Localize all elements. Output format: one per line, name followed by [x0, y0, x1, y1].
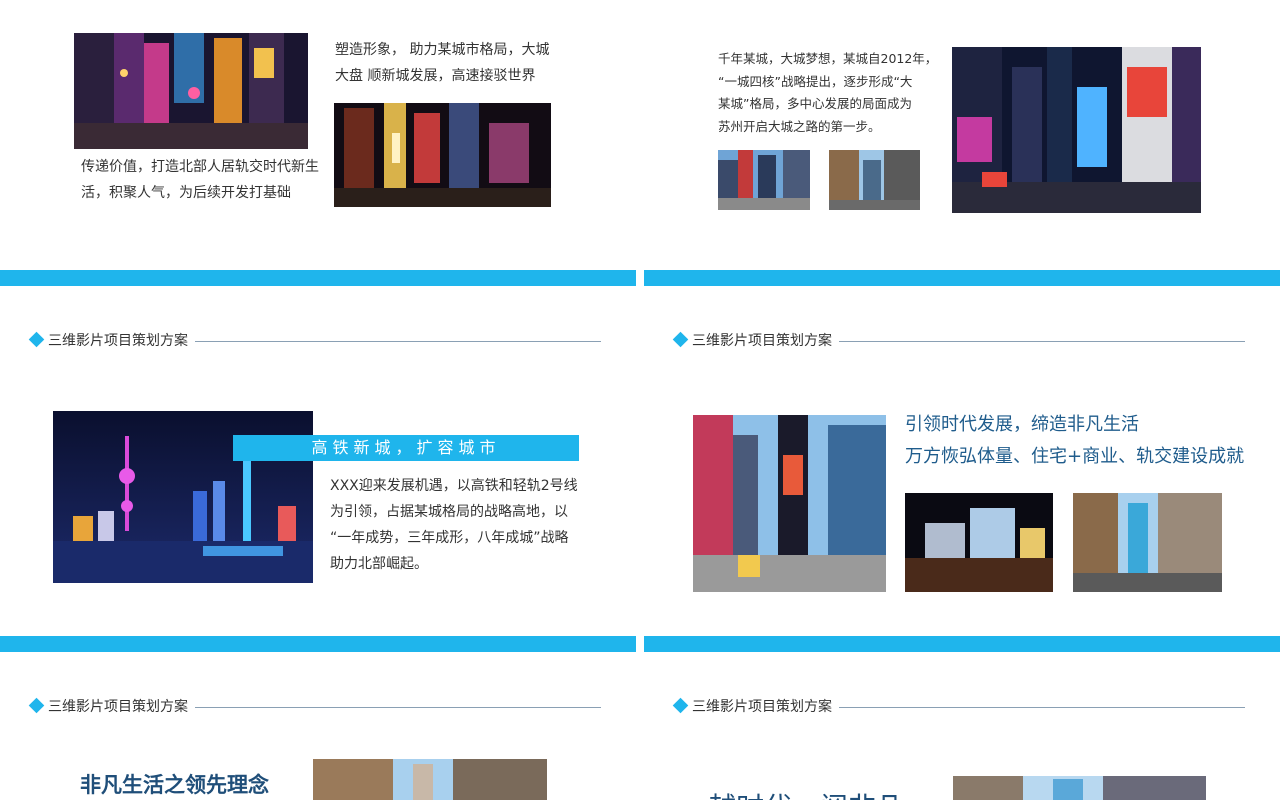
slide-header: 三维影片项目策划方案	[28, 697, 603, 717]
street-buildings-photo	[313, 759, 547, 800]
slide-mid-right: 三维影片项目策划方案 引领时代发展，缔造非凡生活 万方恢弘体量、住宅+商业、轨交…	[644, 286, 1280, 636]
night-street-photo-1	[74, 33, 308, 149]
slide-header: 三维影片项目策划方案	[672, 331, 1247, 351]
header-rule	[195, 707, 601, 708]
times-square-night-photo	[952, 47, 1201, 213]
times-square-thumb-1	[718, 150, 810, 210]
text-line: 某城”格局，多中心发展的局面成为	[718, 96, 912, 111]
slide-top-left: 塑造形象， 助力某城市格局，大城 大盘 顺新城发展，高速接驳世界 传递价值，打造…	[0, 0, 636, 270]
slide-mid-left: 三维影片项目策划方案 高铁新城，扩容城市 XXX迎来发展机遇，以高铁和轻轨2号线…	[0, 286, 636, 636]
header-rule	[195, 341, 601, 342]
diamond-icon	[28, 697, 45, 714]
header-title: 三维影片项目策划方案	[692, 699, 832, 715]
slide-bottom-right: 三维影片项目策划方案 越时代，阅非凡	[644, 652, 1280, 800]
text-line: 苏州开启大城之路的第一步。	[718, 118, 881, 134]
diamond-icon	[672, 697, 689, 714]
text-line: 传递价值，打造北部人居轨交时代新生	[81, 159, 319, 175]
city-street-photo	[1073, 493, 1222, 592]
slide-title: 非凡生活之领先理念	[80, 773, 269, 797]
text-line: XXX迎来发展机遇，以高铁和轻轨2号线	[330, 478, 578, 494]
diamond-icon	[672, 331, 689, 348]
night-mall-photo	[905, 493, 1053, 592]
header-rule	[839, 707, 1245, 708]
section-banner: 高铁新城，扩容城市	[233, 435, 579, 461]
text-line: 活，积聚人气，为后续开发打基础	[81, 185, 291, 201]
urban-buildings-photo	[953, 776, 1206, 800]
slide-title: 越时代，阅非凡	[708, 786, 904, 800]
paragraph-lower: 传递价值，打造北部人居轨交时代新生 活，积聚人气，为后续开发打基础	[81, 154, 331, 206]
text-line: 为引领，占据某城格局的战略高地，以	[330, 504, 568, 520]
heading-line-2: 万方恢弘体量、住宅+商业、轨交建设成就	[905, 446, 1245, 467]
heading-line-1: 引领时代发展，缔造非凡生活	[905, 414, 1139, 435]
text-line: 大盘 顺新城发展，高速接驳世界	[335, 68, 536, 84]
slide-bottom-left: 三维影片项目策划方案 非凡生活之领先理念	[0, 652, 636, 800]
text-line: 千年某城，大城梦想，某城自2012年，	[718, 51, 938, 66]
text-line: “一城四核”战略提出，逐步形成“大	[718, 73, 913, 89]
text-line: 塑造形象， 助力某城市格局，大城	[335, 42, 550, 58]
separator-bar	[644, 270, 1280, 286]
slide-top-right: 千年某城，大城梦想，某城自2012年， “一城四核”战略提出，逐步形成“大 某城…	[644, 0, 1280, 270]
separator-bar	[644, 636, 1280, 652]
times-square-thumb-2	[829, 150, 920, 210]
night-street-photo-2	[334, 103, 551, 207]
text-line: 助力北部崛起。	[330, 556, 428, 572]
header-title: 三维影片项目策划方案	[48, 333, 188, 349]
paragraph-upper: 塑造形象， 助力某城市格局，大城 大盘 顺新城发展，高速接驳世界	[335, 37, 595, 89]
paragraph: 千年某城，大城梦想，某城自2012年， “一城四核”战略提出，逐步形成“大 某城…	[718, 48, 938, 138]
header-title: 三维影片项目策划方案	[692, 333, 832, 349]
paragraph: XXX迎来发展机遇，以高铁和轻轨2号线 为引领，占据某城格局的战略高地，以 “一…	[330, 473, 600, 577]
times-square-day-photo	[693, 415, 886, 592]
separator-bar	[0, 636, 636, 652]
header-title: 三维影片项目策划方案	[48, 699, 188, 715]
header-rule	[839, 341, 1245, 342]
diamond-icon	[28, 331, 45, 348]
slide-header: 三维影片项目策划方案	[672, 697, 1247, 717]
slide-header: 三维影片项目策划方案	[28, 331, 603, 351]
text-line: “一年成势，三年成形，八年成城”战略	[330, 530, 569, 546]
separator-bar	[0, 270, 636, 286]
